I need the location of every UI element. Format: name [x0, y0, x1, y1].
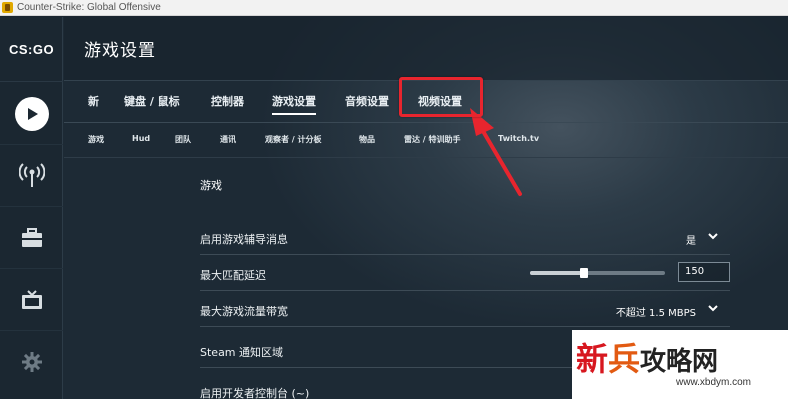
- setting-label: Steam 通知区域: [200, 346, 284, 359]
- tab-audio-settings[interactable]: 音频设置: [345, 93, 389, 109]
- sidebar: CS:GO: [0, 17, 63, 399]
- setting-label: 最大游戏流量带宽: [200, 305, 288, 318]
- chevron-down-icon[interactable]: [706, 229, 720, 243]
- setting-row-max-matchmaking-ping: 最大匹配延迟 150: [200, 255, 730, 291]
- watermark-url: www.xbdym.com: [676, 377, 752, 388]
- gear-icon: [21, 352, 42, 372]
- subtab-team[interactable]: 团队: [175, 134, 191, 145]
- chevron-down-icon[interactable]: [706, 301, 720, 315]
- inventory-button[interactable]: [0, 207, 63, 269]
- arrow-pointer-icon: [470, 108, 522, 196]
- ping-slider-fill: [530, 271, 584, 275]
- csgo-logo: CS:GO: [0, 17, 63, 82]
- setting-label: 启用开发者控制台 (~): [200, 387, 310, 399]
- setting-row-game-instructor[interactable]: 启用游戏辅导消息 是: [200, 219, 730, 255]
- setting-value[interactable]: 是: [686, 232, 696, 247]
- ping-slider[interactable]: [530, 268, 665, 278]
- setting-value[interactable]: 不超过 1.5 MBPS: [616, 304, 696, 319]
- tv-icon: [21, 289, 42, 309]
- setting-row-max-bandwidth[interactable]: 最大游戏流量带宽 不超过 1.5 MBPS: [200, 291, 730, 327]
- play-icon: [14, 96, 49, 131]
- tab-keyboard-mouse[interactable]: 键盘 / 鼠标: [124, 93, 180, 109]
- setting-label: 启用游戏辅导消息: [200, 233, 288, 246]
- app-window: CS:GO 游戏设置 新 键盘 / 鼠标 控制器 游戏设置 音频设置 视频设置 …: [0, 17, 788, 399]
- window-titlebar: Counter-Strike: Global Offensive: [0, 0, 788, 16]
- ping-slider-thumb[interactable]: [580, 268, 588, 278]
- subtab-spectator-scoreboard[interactable]: 观察者 / 计分板: [265, 134, 322, 145]
- setting-label: 最大匹配延迟: [200, 269, 266, 282]
- broadcast-icon: [18, 162, 45, 187]
- page-header: 游戏设置: [64, 17, 788, 81]
- subtab-radar-training[interactable]: 雷达 / 特训助手: [404, 134, 461, 145]
- settings-button[interactable]: [0, 331, 63, 393]
- tab-game-settings[interactable]: 游戏设置: [272, 93, 316, 115]
- subtab-game[interactable]: 游戏: [88, 134, 104, 145]
- tab-new[interactable]: 新: [88, 93, 99, 109]
- app-icon: [2, 2, 13, 13]
- tab-controller[interactable]: 控制器: [211, 93, 244, 109]
- watermark-logo: 新兵攻略网 www.xbdym.com: [572, 330, 788, 399]
- watermark-title: 新兵攻略网: [576, 340, 719, 378]
- watch-button[interactable]: [0, 269, 63, 331]
- subtab-communication[interactable]: 通讯: [220, 134, 236, 145]
- subtab-hud[interactable]: Hud: [132, 134, 150, 143]
- broadcast-button[interactable]: [0, 145, 63, 207]
- settings-subtabs: 游戏 Hud 团队 通讯 观察者 / 计分板 物品 雷达 / 特训助手 Twit…: [64, 124, 788, 158]
- window-title: Counter-Strike: Global Offensive: [17, 2, 161, 13]
- page-title: 游戏设置: [84, 41, 156, 61]
- briefcase-icon: [21, 227, 42, 247]
- subtab-items[interactable]: 物品: [359, 134, 375, 145]
- highlight-box: [399, 77, 483, 117]
- ping-input[interactable]: 150: [678, 262, 730, 282]
- play-button[interactable]: [0, 83, 63, 145]
